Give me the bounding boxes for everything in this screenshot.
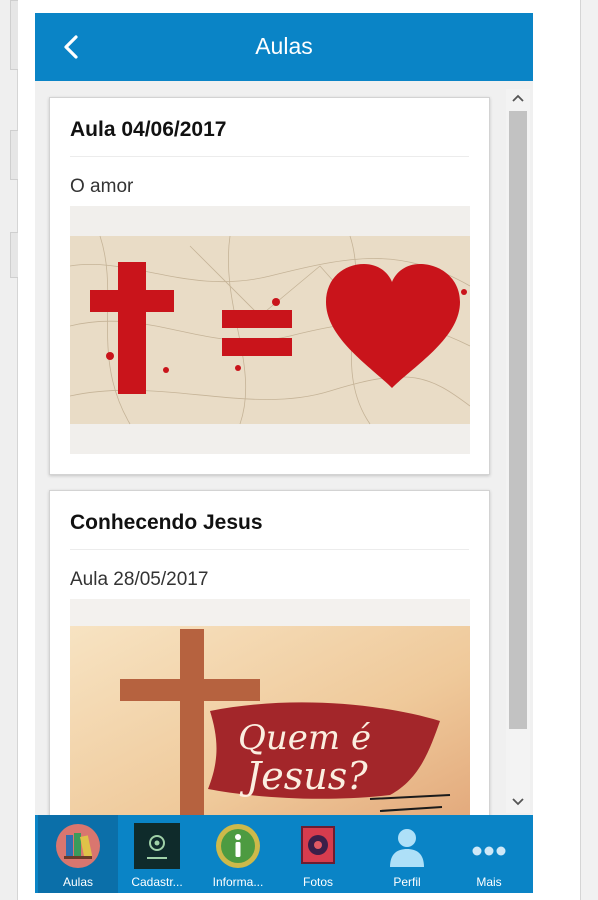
tab-perfil[interactable]: Perfil	[367, 815, 447, 893]
tab-label: Informa...	[212, 875, 264, 889]
scroll-down-arrow[interactable]	[506, 793, 530, 813]
lesson-subtitle: O amor	[70, 176, 134, 197]
chevron-down-icon	[512, 798, 524, 806]
who-is-jesus-image: Quem é Jesus?	[70, 626, 470, 815]
register-icon	[134, 823, 180, 869]
scrollbar-thumb[interactable]	[509, 111, 527, 729]
cross-equals-heart-image	[70, 235, 470, 425]
lesson-card[interactable]: Aula 04/06/2017 O amor	[49, 97, 490, 475]
tab-fotos[interactable]: Fotos	[278, 815, 358, 893]
profile-icon	[390, 829, 424, 867]
tab-label: Aulas	[62, 875, 94, 889]
bottom-strip	[35, 893, 533, 900]
tab-label: Fotos	[302, 875, 333, 889]
tab-label: Cadastr...	[131, 875, 183, 889]
info-icon	[216, 824, 260, 868]
tab-label: Perfil	[393, 875, 421, 889]
tab-informacoes[interactable]: Informa...	[198, 815, 278, 893]
divider	[70, 549, 469, 550]
image-caption-line1: Quem é	[238, 718, 371, 758]
lesson-card[interactable]: Conhecendo Jesus Aula 28/05/2017 Quem é …	[49, 490, 490, 815]
scrollbar[interactable]	[506, 89, 530, 813]
image-caption-line2: Jesus?	[239, 754, 368, 798]
app-header: Aulas	[35, 13, 533, 81]
divider	[70, 156, 469, 157]
books-icon	[56, 824, 100, 868]
bottom-tab-bar: Aulas Cadastr... Informa... Fotos Perfil…	[35, 815, 533, 893]
scroll-up-arrow[interactable]	[506, 89, 530, 109]
tab-aulas[interactable]: Aulas	[38, 815, 118, 893]
lesson-image	[70, 206, 470, 454]
lesson-title: Conhecendo Jesus	[70, 511, 263, 534]
lesson-subtitle: Aula 28/05/2017	[70, 569, 209, 590]
more-icon	[472, 846, 506, 856]
photos-icon	[301, 826, 335, 864]
page-title: Aulas	[255, 33, 313, 59]
window-left-frame	[0, 0, 18, 900]
lesson-image: Quem é Jesus?	[70, 599, 470, 815]
chevron-up-icon	[512, 94, 524, 102]
lesson-title: Aula 04/06/2017	[70, 118, 227, 141]
frame-notch	[10, 232, 18, 278]
frame-notch	[10, 0, 18, 70]
tab-mais[interactable]: Mais	[449, 815, 529, 893]
window-right-frame	[580, 0, 598, 900]
app-screen: Aulas Aula 04/06/2017 O amor Conhecendo …	[35, 13, 533, 893]
tab-label: Mais	[476, 875, 502, 889]
frame-notch	[10, 130, 18, 180]
lesson-list[interactable]: Aula 04/06/2017 O amor Conhecendo Jesus …	[35, 81, 533, 815]
tab-cadastro[interactable]: Cadastr...	[117, 815, 197, 893]
